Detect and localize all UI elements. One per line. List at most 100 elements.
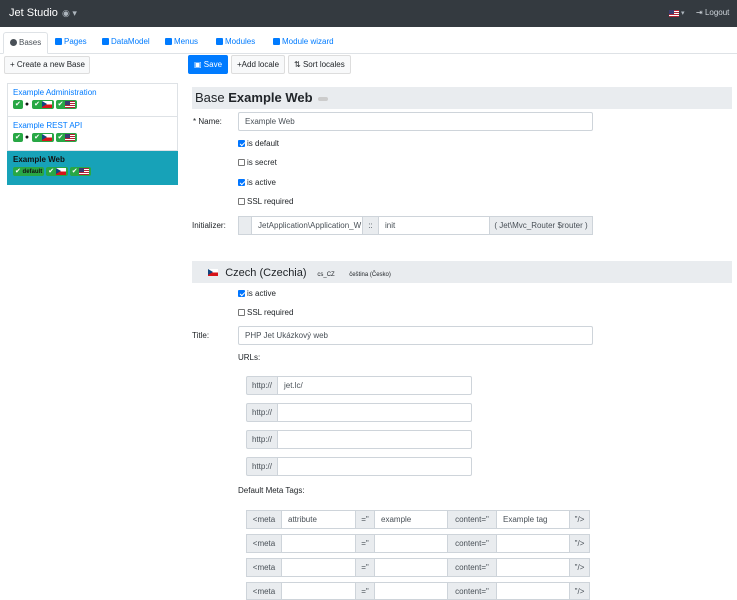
checkbox-icon	[238, 159, 245, 166]
url-input[interactable]	[277, 457, 472, 476]
locale-ssl-checkbox[interactable]: SSL required	[238, 308, 293, 317]
plus-icon: +	[10, 60, 15, 69]
base-name: Example Web	[13, 155, 65, 164]
meta-attribute-input[interactable]	[281, 558, 356, 577]
is-secret-checkbox[interactable]: is secret	[238, 158, 277, 167]
locale-heading: Czech (Czechia) cs_CZ čeština (Česko)	[192, 261, 732, 283]
initializer-label: Initializer:	[192, 221, 226, 230]
meta-value-input[interactable]	[374, 558, 448, 577]
initializer-class-input[interactable]: JetApplication\Application_W	[251, 216, 363, 235]
locale-badge-us: ✔	[55, 133, 78, 143]
meta-open: <meta	[246, 510, 282, 529]
logout-label: Logout	[704, 8, 730, 17]
url-input[interactable]	[277, 430, 472, 449]
meta-open: <meta	[246, 558, 282, 577]
base-name: Example Administration	[13, 88, 97, 97]
locale-code: cs_CZ	[317, 272, 335, 278]
locale-badge-cz: ✔	[46, 167, 68, 177]
initializer-separator: ::	[362, 216, 379, 235]
ssl-required-checkbox[interactable]: SSL required	[238, 197, 293, 206]
urls-label: URLs:	[238, 353, 261, 362]
base-item-example-rest-api[interactable]: Example REST API ✔ ● ✔ ✔	[7, 117, 178, 151]
checkbox-icon	[238, 198, 245, 205]
base-item-example-web[interactable]: Example Web ✔ default ✔ ✔	[7, 151, 178, 185]
tab-pages[interactable]: Pages	[49, 32, 93, 54]
checkbox-icon	[238, 309, 245, 316]
locale-is-active-checkbox[interactable]: is active	[238, 289, 276, 298]
locale-badge-us: ✔	[69, 167, 92, 177]
us-flag-icon	[79, 168, 90, 176]
check-badge: ✔	[13, 100, 23, 110]
meta-content-input[interactable]	[496, 582, 570, 600]
add-locale-button[interactable]: +Add locale	[231, 55, 286, 74]
url-prefix: http://	[246, 430, 278, 449]
file-icon	[55, 38, 62, 45]
name-label: * Name:	[193, 117, 222, 126]
language-selector[interactable]: ▾	[669, 9, 684, 17]
meta-content-input[interactable]: Example tag	[496, 510, 570, 529]
default-badge: ✔ default	[13, 167, 45, 177]
modules-icon	[216, 38, 223, 45]
tab-datamodel[interactable]: DataModel	[96, 32, 156, 54]
url-input[interactable]	[277, 403, 472, 422]
checkbox-checked-icon	[238, 290, 245, 297]
menu-icon	[165, 38, 172, 45]
meta-content-label: content="	[447, 510, 497, 529]
locale-badge-cz: ✔	[32, 133, 54, 143]
meta-content-input[interactable]	[496, 558, 570, 577]
tab-modules[interactable]: Modules	[210, 32, 261, 54]
eye-icon[interactable]: ◉ ▾	[62, 8, 77, 19]
save-button[interactable]: ▣ Save	[188, 55, 229, 74]
lock-icon: ●	[24, 134, 30, 142]
meta-open: <meta	[246, 534, 282, 553]
main-tabs: Bases Pages DataModel Menus Modules Modu…	[0, 27, 737, 54]
meta-eq: ="	[355, 534, 375, 553]
logout-icon: ⇥	[696, 8, 703, 17]
meta-eq: ="	[355, 582, 375, 600]
meta-tags-label: Default Meta Tags:	[238, 486, 305, 495]
meta-attribute-input[interactable]	[281, 582, 356, 600]
meta-eq: ="	[355, 510, 375, 529]
name-input[interactable]: Example Web	[238, 112, 593, 131]
tab-bases[interactable]: Bases	[3, 32, 49, 54]
checkbox-checked-icon	[238, 179, 245, 186]
url-input[interactable]: jet.lc/	[277, 376, 472, 395]
meta-content-label: content="	[447, 582, 497, 600]
tab-module-wizard[interactable]: Module wizard	[267, 32, 340, 54]
is-active-checkbox[interactable]: is active	[238, 178, 276, 187]
meta-value-input[interactable]	[374, 582, 448, 600]
cz-flag-icon	[41, 134, 52, 142]
locale-title-input[interactable]: PHP Jet Ukázkový web	[238, 326, 593, 345]
base-item-example-administration[interactable]: Example Administration ✔ ● ✔ ✔	[7, 83, 178, 117]
top-navbar: Jet Studio ◉ ▾ ▾ ⇥ Logout	[0, 0, 737, 27]
base-list: Example Administration ✔ ● ✔ ✔ Example RES…	[7, 83, 178, 185]
initializer-method-input[interactable]: init	[378, 216, 490, 235]
tab-menus[interactable]: Menus	[159, 32, 204, 54]
meta-content-label: content="	[447, 534, 497, 553]
meta-value-input[interactable]: example	[374, 510, 448, 529]
create-base-button[interactable]: + Create a new Base	[4, 56, 90, 74]
app-title[interactable]: Jet Studio	[9, 7, 58, 19]
sort-locales-button[interactable]: ⇅ Sort locales	[288, 55, 351, 74]
lock-icon: ●	[24, 101, 30, 109]
is-default-checkbox[interactable]: is default	[238, 139, 279, 148]
meta-attribute-input[interactable]: attribute	[281, 510, 356, 529]
url-prefix: http://	[246, 457, 278, 476]
cz-flag-icon	[55, 168, 66, 176]
logout-link[interactable]: ⇥ Logout	[696, 8, 729, 17]
base-name: Example REST API	[13, 121, 83, 130]
meta-content-label: content="	[447, 558, 497, 577]
meta-attribute-input[interactable]	[281, 534, 356, 553]
initializer-signature: ( Jet\Mvc_Router $router )	[489, 216, 593, 235]
locale-native-name: čeština (Česko)	[349, 272, 391, 278]
meta-content-input[interactable]	[496, 534, 570, 553]
checkbox-checked-icon	[238, 140, 245, 147]
edit-hint-icon[interactable]	[318, 96, 329, 101]
cz-flag-icon	[41, 101, 52, 109]
initializer-prefix	[238, 216, 252, 235]
meta-value-input[interactable]	[374, 534, 448, 553]
meta-close: "/>	[569, 510, 590, 529]
wand-icon	[273, 38, 280, 45]
meta-open: <meta	[246, 582, 282, 600]
meta-close: "/>	[569, 582, 590, 600]
